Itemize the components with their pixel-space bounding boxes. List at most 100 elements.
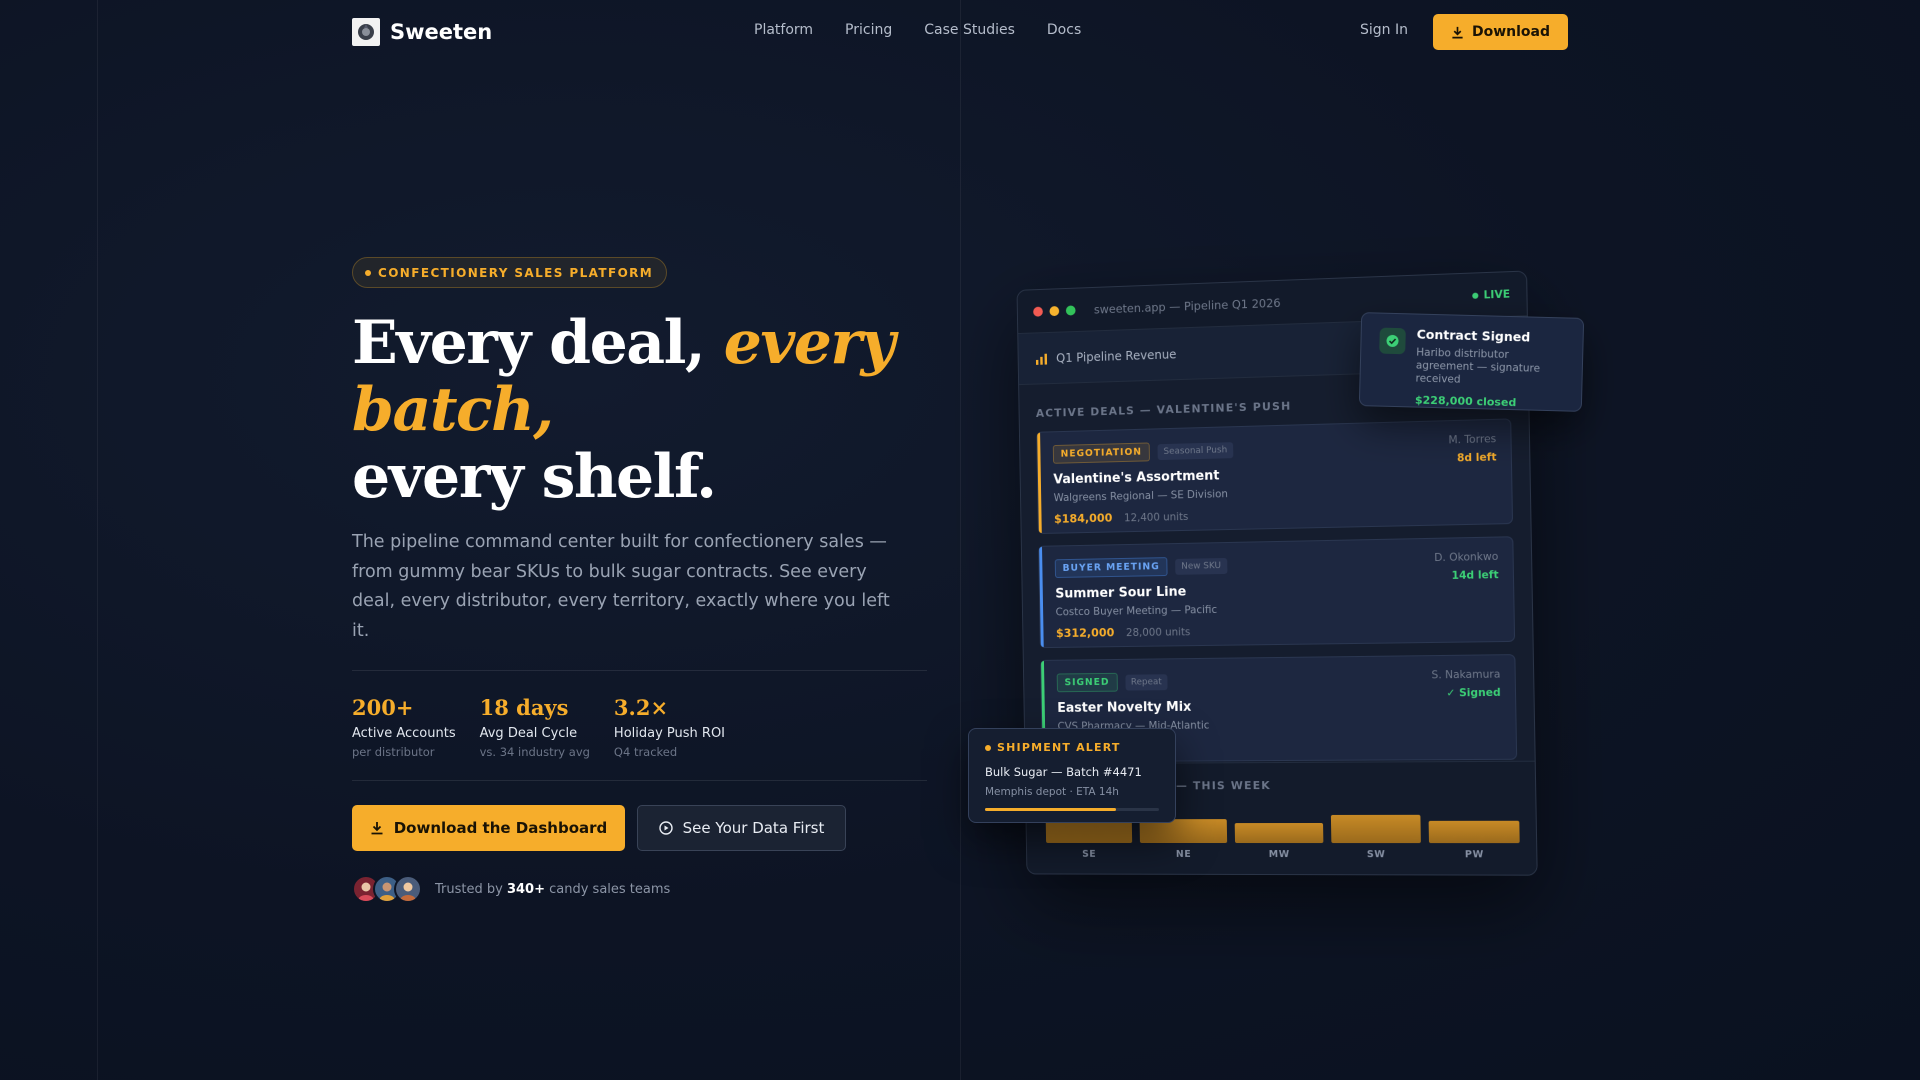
maximize-dot-icon <box>1065 304 1076 316</box>
guide-line-left <box>97 0 98 1080</box>
alert-title-label: SHIPMENT ALERT <box>997 741 1121 754</box>
guide-line-center <box>960 0 961 1080</box>
stat-avg-deal-cycle: 18 days Avg Deal Cycle vs. 34 industry a… <box>480 695 590 759</box>
contract-signed-toast[interactable]: Contract Signed Haribo distributor agree… <box>1358 312 1585 412</box>
deal-tags: NEGOTIATION Seasonal Push <box>1052 433 1497 464</box>
download-icon <box>1452 26 1463 38</box>
territory-bar-pw <box>1428 820 1520 844</box>
deal-footer: $184,000 12,400 units <box>1054 502 1498 526</box>
bar-chart-icon <box>1035 353 1048 365</box>
deal-footer: $312,000 28,000 units <box>1056 620 1500 640</box>
territory-bar-label: SW <box>1366 849 1386 861</box>
category-badge: CONFECTIONERY SALES PLATFORM <box>352 257 668 288</box>
alert-dot-icon <box>985 744 991 751</box>
stat-sub: vs. 34 industry avg <box>479 745 590 759</box>
stage-badge: SIGNED <box>1056 672 1118 693</box>
toast-amount: $228,000 closed <box>1414 393 1517 410</box>
territory-title: — THIS WEEK <box>1175 779 1272 793</box>
headline-accent-1: every <box>723 308 896 378</box>
badge-label: CONFECTIONERY SALES PLATFORM <box>378 265 654 280</box>
live-dot-icon <box>1472 292 1479 299</box>
stage-badge: BUYER MEETING <box>1054 557 1168 579</box>
alert-sub: Memphis depot · ETA 14h <box>985 786 1119 798</box>
territory-bar-mw <box>1234 822 1324 844</box>
shipment-progress-fill <box>985 808 1116 811</box>
nav-download-label: Download <box>1471 24 1551 40</box>
nav-link-platform[interactable]: Platform <box>754 22 813 38</box>
stat-active-accounts: 200+ Active Accounts per distributor <box>352 695 456 759</box>
deal-name: Easter Novelty Mix <box>1057 699 1192 716</box>
stat-value: 200+ <box>352 695 414 720</box>
alert-title: SHIPMENT ALERT <box>985 741 1160 754</box>
stat-holiday-roi: 3.2× Holiday Push ROI Q4 tracked <box>614 695 725 759</box>
hero-subtext: The pipeline command center built for co… <box>352 532 890 641</box>
deal-owner: M. Torres <box>1448 433 1497 447</box>
deal-client: Costco Buyer Meeting — Pacific <box>1055 603 1218 619</box>
stage-badge: NEGOTIATION <box>1052 442 1150 464</box>
live-indicator: LIVE <box>1472 288 1510 302</box>
deal-units: 12,400 units <box>1123 510 1189 525</box>
deal-due: 8d left <box>1456 451 1497 465</box>
live-label: LIVE <box>1483 287 1511 302</box>
deal-accent-bar <box>1037 432 1042 534</box>
deal-tags: BUYER MEETING New SKU <box>1054 551 1499 579</box>
headline-accent-2: batch, <box>352 375 554 445</box>
nav-link-case-studies[interactable]: Case Studies <box>924 22 1015 38</box>
stats-divider-top <box>352 670 927 671</box>
stats-divider-bottom <box>352 780 927 781</box>
download-dashboard-label: Download the Dashboard <box>393 819 608 837</box>
territory-bar-label: NE <box>1175 848 1192 860</box>
download-dashboard-button[interactable]: Download the Dashboard <box>352 805 625 851</box>
territory-bar-label: PW <box>1464 849 1485 861</box>
territory-bar-label: SE <box>1082 848 1097 860</box>
deal-amount: $184,000 <box>1053 510 1113 526</box>
brand-logo[interactable]: Sweeten <box>352 18 492 46</box>
deal-due: ✓ Signed <box>1446 686 1501 700</box>
deal-owner: S. Nakamura <box>1431 668 1501 682</box>
stat-label: Active Accounts <box>352 726 456 741</box>
stat-value: 18 days <box>479 695 569 720</box>
nav-download-button[interactable]: Download <box>1433 14 1568 50</box>
deal-owner: D. Okonkwo <box>1434 550 1499 565</box>
close-dot-icon <box>1033 306 1043 317</box>
play-icon <box>658 821 673 835</box>
stat-sub: Q4 tracked <box>613 745 678 759</box>
badge-dot-icon <box>365 269 371 276</box>
deal-due: 14d left <box>1451 569 1499 582</box>
deal-amount: $312,000 <box>1055 625 1115 641</box>
hero-headline: Every deal, every batch, every shelf. <box>352 310 912 511</box>
territory-bar-label: MW <box>1268 849 1290 861</box>
deal-card[interactable]: NEGOTIATION Seasonal Push M. Torres 8d l… <box>1036 418 1514 535</box>
nav-link-docs[interactable]: Docs <box>1047 22 1081 38</box>
download-icon <box>371 822 383 835</box>
headline-part-3: every shelf. <box>352 442 717 512</box>
shipment-progress-bar <box>985 808 1159 811</box>
see-data-button[interactable]: See Your Data First <box>637 805 846 851</box>
trusted-suffix: candy sales teams <box>544 881 671 897</box>
headline-part-1: Every deal, <box>352 308 724 378</box>
deal-tag: New SKU <box>1175 557 1228 575</box>
minimize-dot-icon <box>1049 305 1060 316</box>
nav-links: Platform Pricing Case Studies Docs <box>754 22 1081 38</box>
revenue-label: Q1 Pipeline Revenue <box>1055 346 1177 365</box>
top-nav: Sweeten Platform Pricing Case Studies Do… <box>0 0 1920 64</box>
alert-name: Bulk Sugar — Batch #4471 <box>985 765 1142 779</box>
avatar <box>394 875 422 903</box>
deal-tag: Repeat <box>1124 673 1168 691</box>
deal-name: Summer Sour Line <box>1055 584 1187 602</box>
deal-tag: Seasonal Push <box>1157 441 1234 460</box>
trusted-prefix: Trusted by <box>435 881 507 897</box>
stat-value: 3.2× <box>613 695 669 720</box>
nav-link-pricing[interactable]: Pricing <box>845 22 892 38</box>
check-circle-icon <box>1379 327 1406 355</box>
see-data-label: See Your Data First <box>682 819 825 837</box>
stat-sub: per distributor <box>352 745 435 759</box>
territory-bar-sw <box>1330 814 1421 844</box>
toast-body: Haribo distributor agreement — signature… <box>1415 346 1541 386</box>
deal-accent-bar <box>1039 546 1044 648</box>
stats-row: 200+ Active Accounts per distributor 18 … <box>352 695 749 759</box>
sign-in-link[interactable]: Sign In <box>1360 22 1408 38</box>
window-url: sweeten.app — Pipeline Q1 2026 <box>1093 295 1281 317</box>
deal-card[interactable]: BUYER MEETING New SKU D. Okonkwo 14d lef… <box>1038 536 1516 649</box>
shipment-alert-card[interactable]: SHIPMENT ALERT Bulk Sugar — Batch #4471 … <box>968 728 1176 823</box>
